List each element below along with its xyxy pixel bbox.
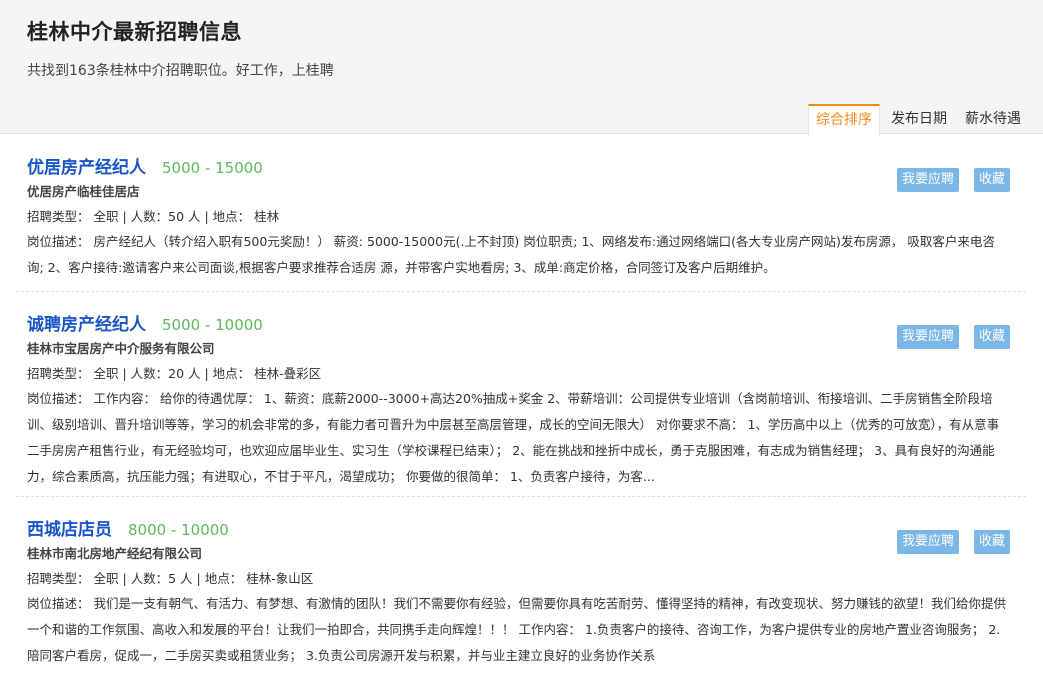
job-meta: 招聘类型： 全职 | 人数：5 人 | 地点： 桂林-象山区 <box>27 571 314 586</box>
job-title-link[interactable]: 优居房产经纪人 <box>27 153 146 178</box>
sort-tab-publish-date[interactable]: 发布日期 <box>884 104 954 135</box>
job-description: 岗位描述： 工作内容： 给你的待遇优厚： 1、薪资：底薪2000--3000+高… <box>27 391 1000 484</box>
job-meta: 招聘类型： 全职 | 人数：50 人 | 地点： 桂林 <box>27 209 280 224</box>
job-salary: 8000 - 10000 <box>128 521 229 539</box>
job-salary: 5000 - 10000 <box>162 316 263 334</box>
job-salary: 5000 - 15000 <box>162 159 263 177</box>
job-title-link[interactable]: 诚聘房产经纪人 <box>27 310 146 335</box>
page-title: 桂林中介最新招聘信息 <box>27 20 242 44</box>
job-listing: 诚聘房产经纪人 5000 - 10000 桂林市宝居房产中介服务有限公司 招聘类… <box>16 292 1026 497</box>
page-subtitle: 共找到163条桂林中介招聘职位。好工作，上桂聘 <box>27 63 334 79</box>
job-description: 岗位描述： 房产经纪人（转介绍入职有500元奖励！） 薪资: 5000-1500… <box>27 234 995 275</box>
job-listing: 西城店店员 8000 - 10000 桂林市南北房地产经纪有限公司 招聘类型： … <box>16 497 1026 675</box>
page-header: 桂林中介最新招聘信息 共找到163条桂林中介招聘职位。好工作，上桂聘 综合排序 … <box>0 0 1043 135</box>
job-title-link[interactable]: 西城店店员 <box>27 515 112 540</box>
job-listing: 优居房产经纪人 5000 - 15000 优居房产临桂佳居店 招聘类型： 全职 … <box>16 135 1026 292</box>
apply-button[interactable]: 我要应聘 <box>896 530 959 554</box>
job-meta: 招聘类型： 全职 | 人数：20 人 | 地点： 桂林-叠彩区 <box>27 366 322 381</box>
sort-tabs: 综合排序 发布日期 薪水待遇 <box>804 104 1028 135</box>
favorite-button[interactable]: 收藏 <box>973 168 1010 192</box>
job-list: 优居房产经纪人 5000 - 15000 优居房产临桂佳居店 招聘类型： 全职 … <box>16 135 1026 675</box>
job-actions: 我要应聘 收藏 <box>882 530 1010 554</box>
job-company: 桂林市南北房地产经纪有限公司 <box>27 546 203 561</box>
apply-button[interactable]: 我要应聘 <box>896 168 959 192</box>
job-actions: 我要应聘 收藏 <box>882 325 1010 349</box>
job-company: 优居房产临桂佳居店 <box>27 184 140 199</box>
job-description: 岗位描述： 我们是一支有朝气、有活力、有梦想、有激情的团队！我们不需要你有经验，… <box>27 596 1006 663</box>
apply-button[interactable]: 我要应聘 <box>896 325 959 349</box>
sort-tab-salary[interactable]: 薪水待遇 <box>958 104 1028 135</box>
job-actions: 我要应聘 收藏 <box>882 168 1010 192</box>
favorite-button[interactable]: 收藏 <box>973 530 1010 554</box>
sort-tab-comprehensive[interactable]: 综合排序 <box>808 104 880 135</box>
favorite-button[interactable]: 收藏 <box>973 325 1010 349</box>
job-company: 桂林市宝居房产中介服务有限公司 <box>27 341 215 356</box>
